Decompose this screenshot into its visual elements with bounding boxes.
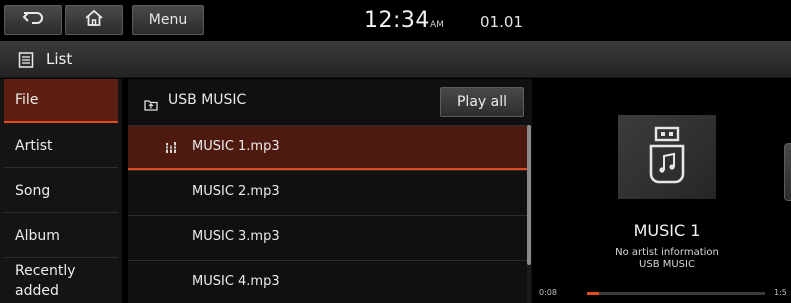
- elapsed-time: 0:08: [539, 288, 557, 297]
- category-label: Album: [15, 227, 60, 244]
- track-row[interactable]: MUSIC 3.mp3: [128, 215, 528, 260]
- track-name: MUSIC 1.mp3: [192, 139, 280, 154]
- play-all-button[interactable]: Play all: [440, 87, 524, 117]
- clock: 12:34: [364, 8, 430, 33]
- home-button[interactable]: [65, 5, 123, 35]
- folder-up-icon[interactable]: [144, 96, 158, 115]
- track-row[interactable]: MUSIC 1.mp3: [128, 125, 528, 170]
- album-art[interactable]: [618, 115, 716, 199]
- total-time: 1:5: [774, 288, 787, 297]
- category-label-line1: Recently: [15, 263, 76, 279]
- status-bar: Menu 12:34 AM 01.01: [0, 0, 791, 40]
- track-source: USB MUSIC: [639, 259, 695, 270]
- progress-fill: [587, 292, 600, 295]
- category-album[interactable]: Album: [4, 214, 118, 258]
- track-title: MUSIC 1: [633, 221, 701, 240]
- track-name: MUSIC 2.mp3: [192, 184, 280, 199]
- back-arrow-icon: [22, 9, 44, 31]
- progress-bar[interactable]: [587, 292, 765, 295]
- menu-button[interactable]: Menu: [132, 5, 204, 35]
- folder-header: USB MUSIC Play all: [128, 79, 532, 124]
- scrollbar-thumb[interactable]: [527, 125, 531, 265]
- track-artist: No artist information: [615, 247, 719, 258]
- category-song[interactable]: Song: [4, 169, 118, 213]
- page-title: List: [46, 50, 73, 68]
- category-label: Song: [15, 182, 51, 199]
- date: 01.01: [480, 13, 523, 31]
- folder-name: USB MUSIC: [168, 92, 247, 108]
- side-panel-handle[interactable]: [784, 143, 791, 201]
- home-icon: [84, 9, 104, 31]
- track-row[interactable]: MUSIC 4.mp3: [128, 260, 528, 303]
- track-name: MUSIC 4.mp3: [192, 274, 280, 289]
- now-playing-icon: [166, 142, 180, 158]
- category-artist[interactable]: Artist: [4, 124, 118, 168]
- category-label: Artist: [15, 137, 53, 154]
- list-title-bar: List: [0, 41, 791, 78]
- clock-ampm: AM: [430, 20, 444, 30]
- track-row[interactable]: MUSIC 2.mp3: [128, 170, 528, 215]
- category-label-line2: added: [15, 283, 59, 299]
- track-name: MUSIC 3.mp3: [192, 229, 280, 244]
- now-playing-panel: MUSIC 1 No artist information USB MUSIC …: [535, 79, 791, 303]
- list-icon: [18, 52, 34, 72]
- usb-music-icon: [647, 126, 687, 188]
- back-button[interactable]: [4, 5, 62, 35]
- category-recently-added[interactable]: Recently added: [4, 259, 118, 303]
- file-list: USB MUSIC Play all MUSIC 1.mp3 MUSIC 2.m…: [128, 79, 532, 303]
- category-menu: File Artist Song Album Recently added: [0, 79, 122, 303]
- category-file[interactable]: File: [4, 79, 118, 123]
- category-label: File: [15, 92, 39, 108]
